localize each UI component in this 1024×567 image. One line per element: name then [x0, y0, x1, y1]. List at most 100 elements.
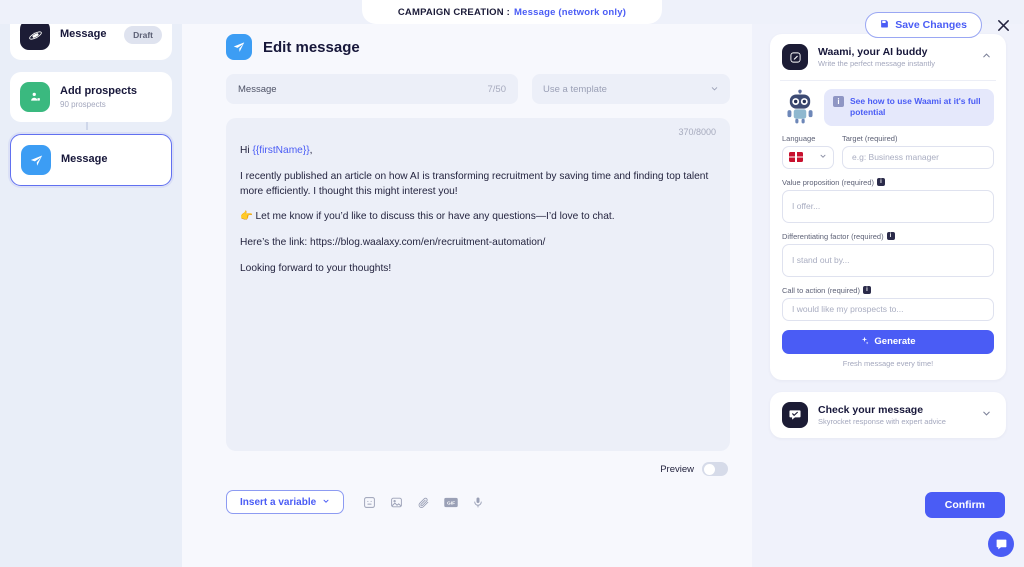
- voice-icon[interactable]: [470, 495, 485, 510]
- variable-token: {{firstName}}: [252, 145, 310, 156]
- chevron-down-icon: [322, 497, 330, 508]
- target-label: Target (required): [842, 133, 898, 143]
- waami-tip-row: i See how to use Waami at it's full pote…: [782, 89, 994, 126]
- campaign-steps-sidebar: Message Draft Add prospects 90 prospects: [0, 0, 182, 567]
- target-input[interactable]: [842, 145, 994, 169]
- robot-mascot-icon: [782, 89, 818, 125]
- waami-tip-text: See how to use Waami at it's full potent…: [850, 96, 981, 118]
- prospects-icon: [20, 82, 50, 112]
- check-message-header[interactable]: Check your message Skyrocket response wi…: [770, 392, 1006, 438]
- attachment-icon[interactable]: [416, 495, 431, 510]
- message-name-counter: 7/50: [487, 83, 507, 95]
- language-select[interactable]: [782, 145, 834, 169]
- sidebar-step-texts: Message: [61, 153, 161, 167]
- breadcrumb: CAMPAIGN CREATION : Message (network onl…: [362, 0, 662, 24]
- differentiating-factor-label-text: Differentiating factor (required): [782, 231, 884, 241]
- call-to-action-group: Call to action (required) i: [782, 286, 994, 321]
- sidebar-step-texts: Message: [60, 28, 114, 42]
- message-line: 👉 Let me know if you’d like to discuss t…: [240, 211, 615, 223]
- status-badge: Draft: [124, 26, 162, 44]
- emoji-icon[interactable]: [362, 495, 377, 510]
- breadcrumb-label: CAMPAIGN CREATION :: [397, 6, 511, 18]
- language-target-row: Language Target (required): [782, 134, 994, 169]
- check-message-subtitle: Skyrocket response with expert advice: [818, 416, 946, 426]
- toggle-knob: [703, 463, 715, 475]
- sidebar-step-title: Message: [61, 153, 108, 166]
- preview-label: Preview: [660, 463, 694, 475]
- waami-tip-link[interactable]: i See how to use Waami at it's full pote…: [824, 89, 994, 126]
- sidebar-step-texts: Add prospects 90 prospects: [60, 85, 162, 110]
- image-icon[interactable]: [389, 495, 404, 510]
- generate-note: Fresh message every time!: [842, 358, 934, 368]
- value-proposition-label-text: Value proposition (required): [782, 177, 874, 187]
- chevron-down-icon[interactable]: [979, 408, 994, 422]
- top-actions: Save Changes: [865, 12, 1014, 38]
- differentiating-factor-input[interactable]: [782, 243, 994, 277]
- message-line: Hi {{firstName}},: [240, 144, 716, 159]
- confirm-button[interactable]: Confirm: [924, 492, 1005, 518]
- close-icon[interactable]: [992, 14, 1014, 36]
- preview-control: Preview: [226, 462, 730, 476]
- page-title: Edit message: [263, 38, 360, 56]
- call-to-action-label-text: Call to action (required): [782, 285, 860, 295]
- info-icon[interactable]: i: [862, 286, 871, 295]
- planet-icon: [20, 20, 50, 50]
- generate-button[interactable]: Generate: [782, 329, 994, 354]
- sidebar-step-title: Message: [60, 28, 107, 41]
- target-column: Target (required): [842, 134, 994, 169]
- chevron-down-icon: [710, 80, 719, 98]
- gif-icon[interactable]: GIF: [443, 495, 458, 510]
- check-message-title: Check your message: [818, 403, 924, 416]
- value-proposition-label: Value proposition (required) i: [782, 178, 994, 187]
- uk-flag-icon: [789, 152, 803, 163]
- save-changes-button[interactable]: Save Changes: [865, 12, 982, 38]
- differentiating-factor-group: Differentiating factor (required) i: [782, 232, 994, 277]
- value-proposition-group: Value proposition (required) i: [782, 178, 994, 223]
- use-template-select[interactable]: Use a template: [532, 74, 730, 104]
- message-line: Here’s the link: https://blog.waalaxy.co…: [240, 237, 546, 249]
- save-changes-label: Save Changes: [895, 19, 967, 31]
- insert-variable-label: Insert a variable: [240, 496, 317, 508]
- editor-header: Edit message: [226, 34, 730, 60]
- differentiating-factor-label: Differentiating factor (required) i: [782, 232, 994, 241]
- value-proposition-input[interactable]: [782, 189, 994, 223]
- campaign-message-editor-screen: CAMPAIGN CREATION : Message (network onl…: [0, 0, 1024, 567]
- sidebar-step-add-prospects[interactable]: Add prospects 90 prospects: [10, 72, 172, 122]
- check-message-card[interactable]: Check your message Skyrocket response wi…: [770, 391, 1006, 438]
- check-message-texts: Check your message Skyrocket response wi…: [818, 404, 969, 426]
- chevron-down-icon: [819, 152, 827, 162]
- waami-title: Waami, your AI buddy: [818, 46, 928, 58]
- chevron-up-icon[interactable]: [979, 50, 994, 64]
- save-icon: [880, 19, 889, 31]
- sidebar-step-subtitle: 90 prospects: [60, 100, 106, 110]
- editor-toolbar: Insert a variable GIF: [226, 490, 730, 514]
- waami-form: i See how to use Waami at it's full pote…: [770, 81, 1006, 380]
- waami-card-header[interactable]: Waami, your AI buddy Write the perfect m…: [770, 34, 1006, 80]
- sparkle-icon: [860, 336, 869, 348]
- sidebar-step-title: Add prospects: [60, 84, 138, 97]
- message-name-value: Message: [238, 83, 277, 95]
- call-to-action-input[interactable]: [782, 297, 994, 321]
- language-column: Language: [782, 134, 834, 169]
- attachment-tools: GIF: [362, 495, 485, 510]
- info-icon[interactable]: i: [886, 232, 895, 241]
- insert-variable-button[interactable]: Insert a variable: [226, 490, 345, 514]
- send-icon: [226, 34, 252, 60]
- waami-card-texts: Waami, your AI buddy Write the perfect m…: [818, 46, 969, 68]
- info-icon[interactable]: i: [877, 178, 885, 187]
- message-name-input[interactable]: Message 7/50: [226, 74, 518, 104]
- chat-widget-icon[interactable]: [988, 531, 1014, 557]
- ai-assistant-panel: Waami, your AI buddy Write the perfect m…: [752, 0, 1024, 567]
- info-icon: i: [833, 96, 844, 107]
- message-line: Looking forward to your thoughts!: [240, 262, 392, 274]
- message-editor-main: Edit message Message 7/50 Use a template…: [182, 0, 752, 567]
- message-textarea[interactable]: 370/8000 Hi {{firstName}}, I recently pu…: [226, 118, 730, 451]
- message-line: I recently published an article on how A…: [240, 170, 709, 197]
- editor-field-row: Message 7/50 Use a template: [226, 74, 730, 104]
- preview-toggle[interactable]: [702, 462, 728, 476]
- character-counter: 370/8000: [678, 127, 716, 137]
- message-check-icon: [782, 401, 808, 428]
- generate-label: Generate: [874, 336, 916, 348]
- sidebar-step-message-selected[interactable]: Message: [10, 134, 172, 186]
- waami-card: Waami, your AI buddy Write the perfect m…: [770, 34, 1006, 380]
